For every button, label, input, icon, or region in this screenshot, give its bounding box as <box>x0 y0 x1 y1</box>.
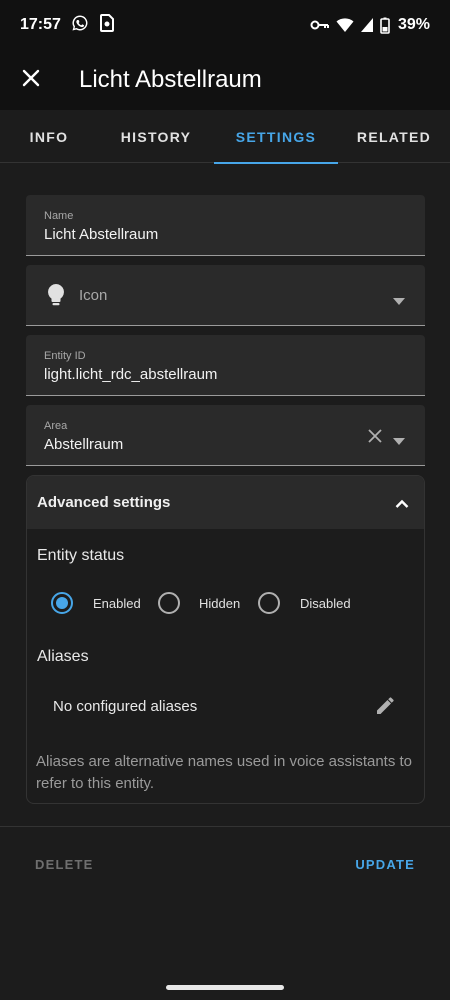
tab-info[interactable]: INFO <box>0 110 98 163</box>
key-icon <box>310 18 330 32</box>
entity-status-radio-group: Enabled Hidden Disabled <box>27 589 424 617</box>
close-icon <box>22 69 40 92</box>
entity-id-value: light.licht_rdc_abstellraum <box>44 366 218 383</box>
entity-id-field[interactable]: Entity ID light.licht_rdc_abstellraum <box>26 335 425 396</box>
signal-icon <box>360 17 374 33</box>
lightbulb-icon <box>46 283 66 312</box>
entity-id-label: Entity ID <box>44 350 86 362</box>
sim-card-icon <box>99 13 115 37</box>
status-bar: 17:57 39% <box>0 0 450 50</box>
chevron-up-icon[interactable] <box>395 495 409 512</box>
footer-divider <box>0 826 450 827</box>
name-field[interactable]: Name Licht Abstellraum <box>26 195 425 256</box>
name-field-label: Name <box>44 210 74 222</box>
advanced-settings-title: Advanced settings <box>37 494 171 511</box>
dialog-title: Licht Abstellraum <box>79 66 262 93</box>
whatsapp-icon <box>71 14 89 37</box>
radio-enabled[interactable] <box>51 592 73 614</box>
update-button[interactable]: UPDATE <box>355 857 415 872</box>
clear-icon[interactable] <box>368 429 382 448</box>
icon-picker-placeholder: Icon <box>79 287 108 304</box>
entity-status-title: Entity status <box>37 547 125 564</box>
delete-button[interactable]: DELETE <box>35 857 93 872</box>
radio-disabled[interactable] <box>258 592 280 614</box>
aliases-title: Aliases <box>37 648 89 665</box>
area-label: Area <box>44 420 68 432</box>
icon-picker[interactable]: Icon <box>26 265 425 326</box>
tab-bar: INFO HISTORY SETTINGS RELATED <box>0 110 450 164</box>
radio-hidden[interactable] <box>158 592 180 614</box>
radio-enabled-label[interactable]: Enabled <box>93 596 141 611</box>
home-indicator[interactable] <box>166 985 284 990</box>
aliases-empty-text: No configured aliases <box>53 698 198 715</box>
close-button[interactable] <box>1 50 61 110</box>
app-bar: Licht Abstellraum <box>0 50 450 110</box>
tab-related[interactable]: RELATED <box>338 110 450 163</box>
radio-disabled-label[interactable]: Disabled <box>300 596 351 611</box>
advanced-settings-header[interactable]: Advanced settings <box>27 476 424 529</box>
area-value: Abstellraum <box>44 436 124 453</box>
radio-hidden-label[interactable]: Hidden <box>199 596 240 611</box>
aliases-help-text: Aliases are alternative names used in vo… <box>36 753 413 792</box>
status-time: 17:57 <box>20 16 61 33</box>
status-right: 39% <box>310 16 430 34</box>
area-picker[interactable]: Area Abstellraum <box>26 405 425 466</box>
tab-history[interactable]: HISTORY <box>98 110 214 163</box>
chevron-down-icon <box>393 292 405 310</box>
battery-icon <box>380 17 390 34</box>
chevron-down-icon[interactable] <box>393 432 405 450</box>
advanced-settings-panel: Advanced settings Entity status Enabled … <box>26 475 425 804</box>
pencil-icon[interactable] <box>374 695 396 722</box>
tab-settings[interactable]: SETTINGS <box>214 110 338 164</box>
status-left: 17:57 <box>20 13 115 37</box>
battery-percent: 39% <box>397 16 430 33</box>
wifi-icon <box>336 17 354 33</box>
name-field-value: Licht Abstellraum <box>44 226 159 243</box>
